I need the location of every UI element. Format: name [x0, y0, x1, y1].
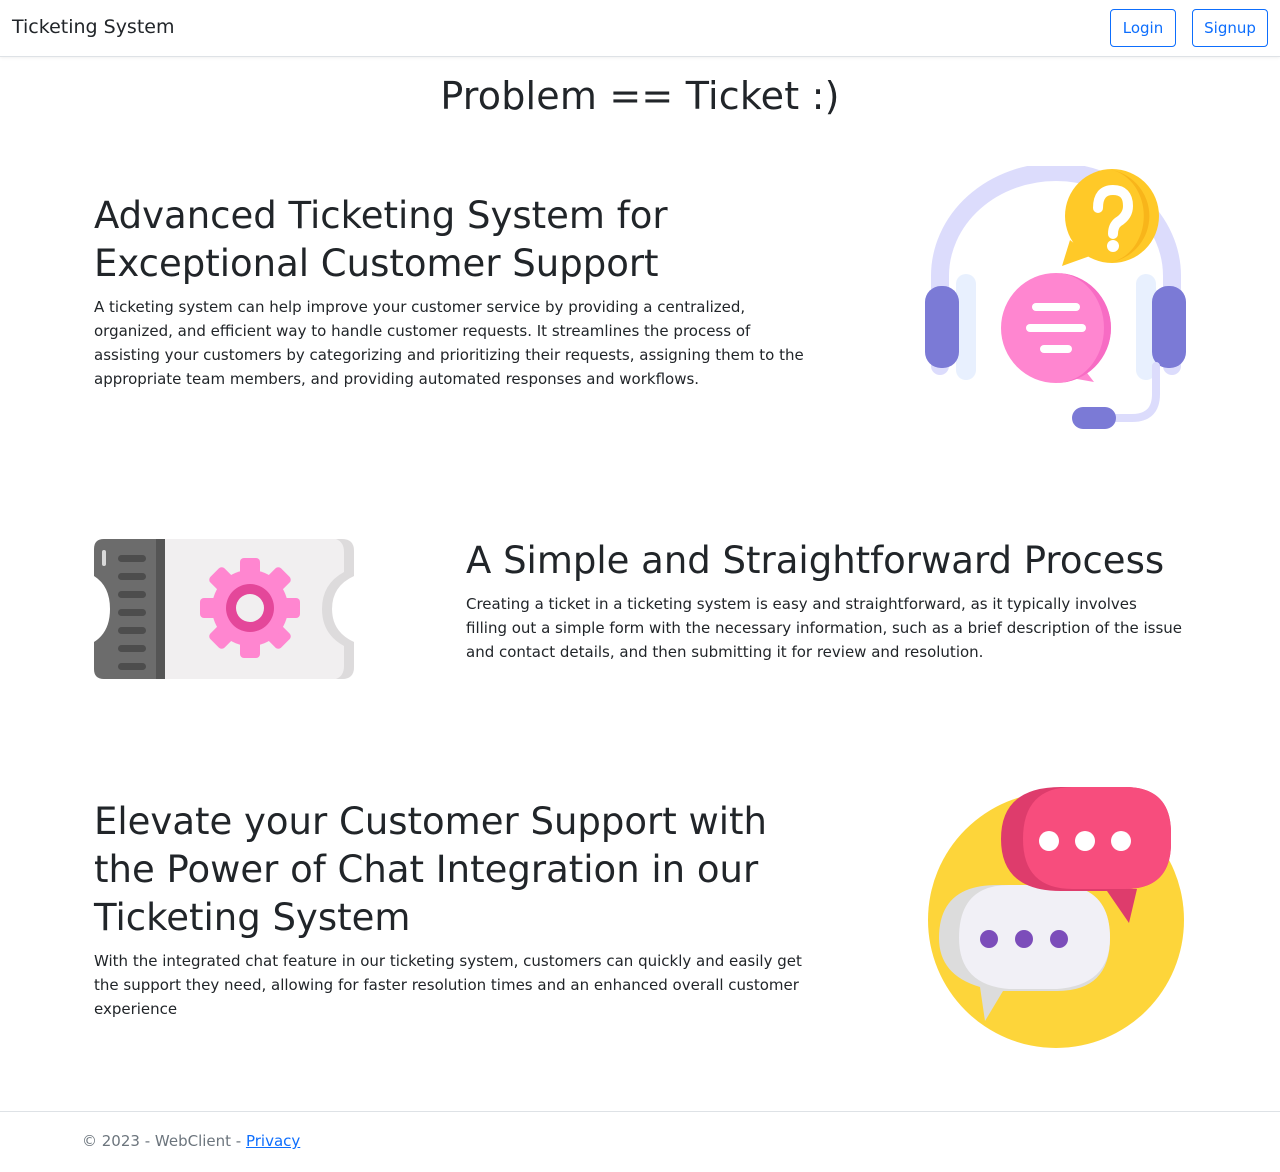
section-chat-text: With the integrated chat feature in our … — [94, 952, 802, 1018]
section-chat-title: Elevate your Customer Support with the P… — [94, 800, 767, 939]
signup-button[interactable]: Signup — [1192, 9, 1268, 47]
chat-bubbles-icon — [925, 785, 1191, 1055]
ticket-gear-icon — [92, 536, 358, 686]
headset-support-icon — [922, 163, 1190, 438]
login-button[interactable]: Login — [1110, 9, 1176, 47]
copyright-text: © 2023 - WebClient - — [82, 1132, 246, 1150]
section-support-text: A ticketing system can help improve your… — [94, 298, 804, 388]
page-footer: © 2023 - WebClient - Privacy — [0, 1111, 1280, 1172]
privacy-link[interactable]: Privacy — [246, 1132, 300, 1150]
brand-link[interactable]: Ticketing System — [12, 16, 174, 38]
section-support-title: Advanced Ticketing System for Exceptiona… — [94, 194, 668, 285]
section-process-text: Creating a ticket in a ticketing system … — [466, 595, 1183, 661]
top-navbar: Ticketing System Login Signup — [0, 0, 1280, 57]
page-title: Problem == Ticket :) — [440, 74, 840, 118]
footer-text: © 2023 - WebClient - Privacy — [82, 1132, 300, 1150]
section-process-title: A Simple and Straightforward Process — [466, 539, 1165, 582]
